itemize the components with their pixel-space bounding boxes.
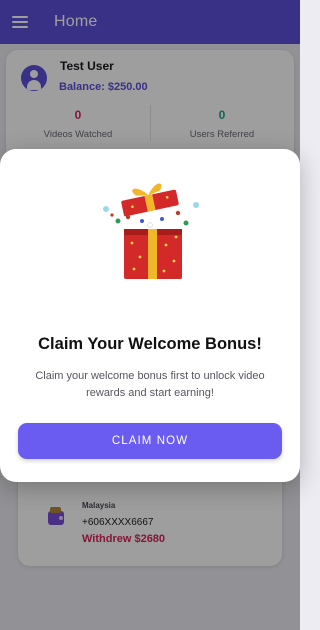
claim-now-button[interactable]: CLAIM NOW bbox=[18, 423, 282, 459]
dialog-title: Claim Your Welcome Bonus! bbox=[38, 335, 262, 353]
welcome-bonus-dialog: Claim Your Welcome Bonus! Claim your wel… bbox=[0, 149, 300, 482]
gift-box-icon bbox=[103, 183, 199, 279]
dialog-description: Claim your welcome bonus first to unlock… bbox=[35, 370, 265, 399]
